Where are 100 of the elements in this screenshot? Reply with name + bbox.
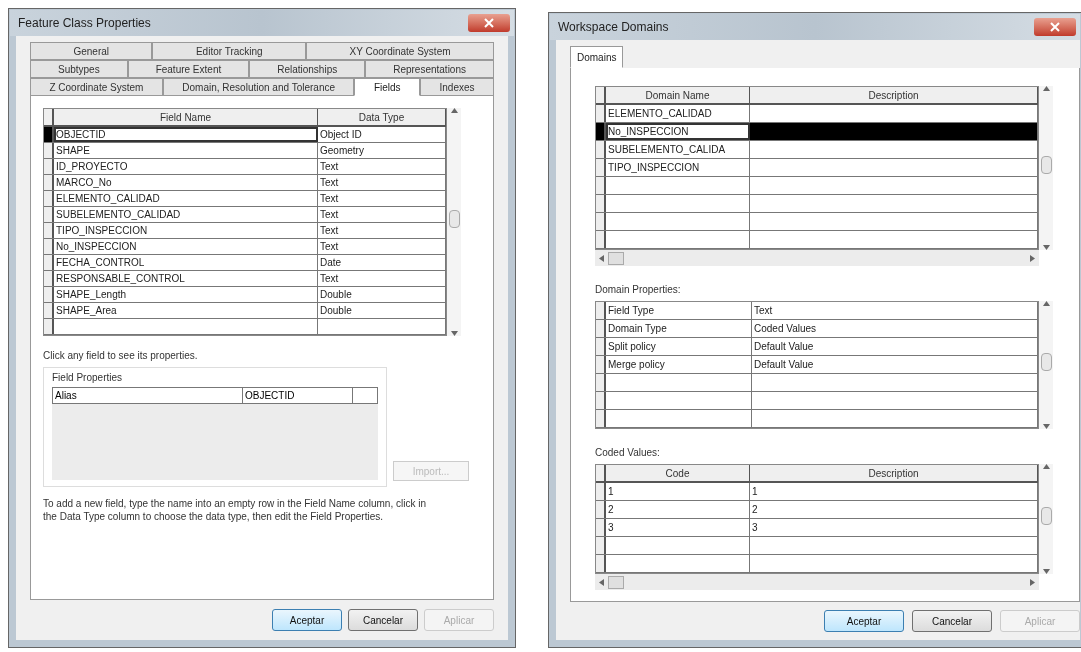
- row-selector[interactable]: [596, 410, 606, 427]
- table-cell[interactable]: Date: [318, 255, 446, 270]
- table-cell[interactable]: SHAPE_Length: [54, 287, 318, 302]
- table-cell[interactable]: Text: [318, 191, 446, 206]
- table-cell[interactable]: 3: [606, 519, 750, 536]
- table-cell[interactable]: Split policy: [606, 338, 752, 355]
- table-cell[interactable]: ELEMENTO_CALIDAD: [54, 191, 318, 206]
- table-cell[interactable]: OBJECTID: [54, 127, 318, 142]
- row-selector[interactable]: [44, 319, 54, 334]
- row-selector[interactable]: [44, 191, 54, 206]
- row-selector[interactable]: [44, 175, 54, 190]
- table-cell[interactable]: ID_PROYECTO: [54, 159, 318, 174]
- scroll-thumb[interactable]: [1040, 156, 1052, 175]
- row-selector[interactable]: [596, 537, 606, 554]
- dialog-button[interactable]: Cancelar: [348, 609, 418, 631]
- scroll-thumb[interactable]: [1040, 507, 1052, 526]
- table-cell[interactable]: Default Value: [752, 356, 1038, 373]
- row-selector[interactable]: [596, 483, 606, 500]
- row-selector[interactable]: [596, 501, 606, 518]
- row-selector[interactable]: [44, 255, 54, 270]
- tab[interactable]: XY Coordinate System: [306, 42, 494, 60]
- table-cell[interactable]: Coded Values: [752, 320, 1038, 337]
- row-selector[interactable]: [596, 105, 606, 122]
- row-selector[interactable]: [596, 392, 606, 409]
- row-selector[interactable]: [596, 177, 606, 194]
- table-cell[interactable]: 1: [750, 483, 1038, 500]
- tab[interactable]: General: [30, 42, 153, 60]
- vertical-scrollbar[interactable]: [447, 108, 461, 336]
- table-cell[interactable]: 2: [606, 501, 750, 518]
- row-selector[interactable]: [596, 231, 606, 248]
- column-header[interactable]: Description: [750, 87, 1038, 103]
- table-cell[interactable]: 3: [750, 519, 1038, 536]
- tab[interactable]: Representations: [365, 60, 494, 78]
- row-selector[interactable]: [44, 223, 54, 238]
- scroll-thumb[interactable]: [1040, 353, 1052, 372]
- tab[interactable]: Z Coordinate System: [30, 78, 163, 96]
- tab[interactable]: Domain, Resolution and Tolerance: [162, 78, 355, 96]
- property-value[interactable]: OBJECTID: [243, 388, 353, 403]
- row-selector[interactable]: [596, 555, 606, 572]
- tab[interactable]: Domains: [570, 46, 624, 68]
- row-selector[interactable]: [596, 374, 606, 391]
- table-cell[interactable]: Text: [318, 223, 446, 238]
- horizontal-scrollbar[interactable]: [595, 250, 1039, 266]
- tab[interactable]: Subtypes: [30, 60, 128, 78]
- table-cell[interactable]: Text: [318, 271, 446, 286]
- row-selector[interactable]: [596, 159, 606, 176]
- table-cell[interactable]: TIPO_INSPECCION: [606, 159, 750, 176]
- row-selector[interactable]: [596, 213, 606, 230]
- row-selector[interactable]: [596, 195, 606, 212]
- table-cell[interactable]: Text: [318, 239, 446, 254]
- table-cell[interactable]: FECHA_CONTROL: [54, 255, 318, 270]
- table-cell[interactable]: MARCO_No: [54, 175, 318, 190]
- table-cell[interactable]: SUBELEMENTO_CALIDA: [606, 141, 750, 158]
- table-cell[interactable]: Text: [318, 175, 446, 190]
- table-cell[interactable]: [750, 123, 1038, 140]
- row-selector[interactable]: [44, 143, 54, 158]
- table-cell[interactable]: Object ID: [318, 127, 446, 142]
- row-selector[interactable]: [44, 159, 54, 174]
- table-cell[interactable]: Merge policy: [606, 356, 752, 373]
- table-cell[interactable]: Field Type: [606, 302, 752, 319]
- row-selector[interactable]: [44, 303, 54, 318]
- vertical-scrollbar[interactable]: [1039, 301, 1053, 429]
- tab[interactable]: Fields: [354, 78, 421, 96]
- row-selector[interactable]: [44, 207, 54, 222]
- scroll-thumb[interactable]: [448, 210, 460, 229]
- tab[interactable]: Feature Extent: [127, 60, 250, 78]
- table-cell[interactable]: Text: [752, 302, 1038, 319]
- table-cell[interactable]: 2: [750, 501, 1038, 518]
- table-cell[interactable]: TIPO_INSPECCION: [54, 223, 318, 238]
- row-selector[interactable]: [44, 287, 54, 302]
- scroll-thumb[interactable]: [608, 251, 624, 265]
- table-cell[interactable]: Text: [318, 159, 446, 174]
- row-selector[interactable]: [44, 239, 54, 254]
- row-selector[interactable]: [596, 356, 606, 373]
- table-cell[interactable]: 1: [606, 483, 750, 500]
- table-cell[interactable]: SHAPE: [54, 143, 318, 158]
- row-selector[interactable]: [44, 271, 54, 286]
- tab[interactable]: Indexes: [420, 78, 495, 96]
- column-header[interactable]: Code: [606, 465, 750, 481]
- row-selector[interactable]: [596, 338, 606, 355]
- row-selector[interactable]: [44, 127, 54, 142]
- scroll-thumb[interactable]: [608, 575, 624, 589]
- vertical-scrollbar[interactable]: [1039, 464, 1053, 574]
- horizontal-scrollbar[interactable]: [595, 574, 1039, 590]
- row-selector[interactable]: [596, 123, 606, 140]
- column-header[interactable]: Domain Name: [606, 87, 750, 103]
- table-cell[interactable]: Double: [318, 303, 446, 318]
- table-cell[interactable]: Geometry: [318, 143, 446, 158]
- tab[interactable]: Relationships: [249, 60, 366, 78]
- dialog-button[interactable]: Aceptar: [272, 609, 342, 631]
- row-selector[interactable]: [596, 302, 606, 319]
- dialog-button[interactable]: Cancelar: [912, 610, 992, 632]
- table-cell[interactable]: Text: [318, 207, 446, 222]
- tab[interactable]: Editor Tracking: [152, 42, 307, 60]
- vertical-scrollbar[interactable]: [1039, 86, 1053, 250]
- column-header[interactable]: Field Name: [54, 109, 318, 125]
- row-selector[interactable]: [596, 519, 606, 536]
- dialog-button[interactable]: Aceptar: [824, 610, 904, 632]
- table-cell[interactable]: SUBELEMENTO_CALIDAD: [54, 207, 318, 222]
- table-cell[interactable]: Default Value: [752, 338, 1038, 355]
